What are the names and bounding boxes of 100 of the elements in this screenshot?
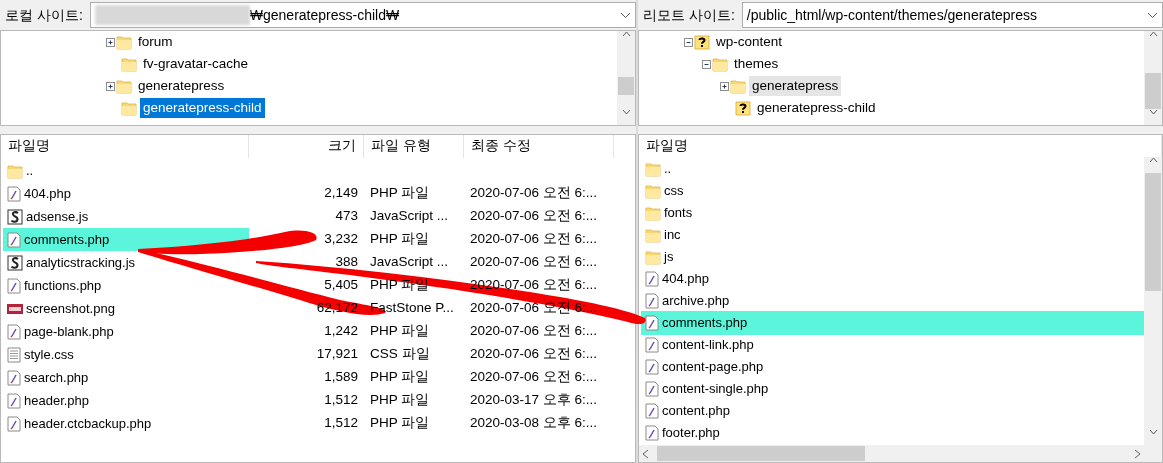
script-file-icon xyxy=(7,369,21,386)
script-file-icon xyxy=(7,323,21,340)
file-type: JavaScript ... xyxy=(370,254,449,270)
tree-item[interactable]: themes xyxy=(731,54,782,74)
text-file-icon xyxy=(7,346,21,363)
script-file-icon xyxy=(645,425,659,441)
file-name[interactable]: archive.php xyxy=(641,289,1144,313)
scroll-up-icon xyxy=(1148,31,1158,37)
scroll-thumb[interactable] xyxy=(1145,173,1161,291)
file-size: 388 xyxy=(335,254,358,270)
file-name[interactable]: content-single.php xyxy=(641,377,1144,401)
modified-date: 2020-07-06 오전 6:... xyxy=(470,185,598,201)
file-name[interactable]: fonts xyxy=(641,201,1144,225)
file-name[interactable]: header.ctcbackup.php xyxy=(3,411,249,436)
file-name[interactable]: css xyxy=(641,179,1144,203)
column-header[interactable]: 파일명 xyxy=(1,135,249,158)
script-file-icon xyxy=(645,403,659,419)
tree-item[interactable]: generatepress-child xyxy=(140,98,265,118)
file-name[interactable]: style.css xyxy=(3,342,249,367)
modified-date: 2020-07-06 오전 6:... xyxy=(470,323,598,339)
file-name[interactable]: search.php xyxy=(3,365,249,390)
modified-date: 2020-07-06 오전 6:... xyxy=(470,254,598,270)
folder-icon xyxy=(7,162,23,179)
file-type: JavaScript ... xyxy=(370,208,449,224)
file-name[interactable]: js xyxy=(641,245,1144,269)
scroll-down-icon xyxy=(1148,109,1158,115)
scroll-up-icon xyxy=(1148,157,1158,163)
tree-item[interactable]: generatepress xyxy=(749,76,842,96)
file-name[interactable]: comments.php xyxy=(641,311,1144,335)
tree-item[interactable]: wp-content xyxy=(713,32,786,52)
scroll-up-icon xyxy=(621,31,631,37)
script-file-icon xyxy=(7,277,21,294)
scrollbar[interactable] xyxy=(617,31,635,125)
scrollbar[interactable] xyxy=(1144,157,1162,445)
modified-date: 2020-07-06 오전 6:... xyxy=(470,231,598,247)
tree-item[interactable]: generatepress-child xyxy=(754,98,879,118)
script-file-icon xyxy=(645,271,659,287)
modified-date: 2020-03-08 오후 6:... xyxy=(470,415,598,431)
file-size: 3,232 xyxy=(324,231,358,247)
scroll-file-icon xyxy=(7,208,23,225)
file-name[interactable]: functions.php xyxy=(3,273,249,298)
file-type: PHP 파일 xyxy=(370,415,430,431)
site-label: 리모트 사이트: xyxy=(642,5,736,25)
scroll-thumb[interactable] xyxy=(1145,73,1161,109)
path-combobox[interactable]: ₩generatepress-child₩ xyxy=(89,2,636,28)
column-header[interactable]: 크기 xyxy=(249,135,364,158)
folder-icon xyxy=(121,100,137,116)
scroll-file-icon xyxy=(7,254,23,271)
script-file-icon xyxy=(7,392,21,409)
scrollbar[interactable] xyxy=(1144,31,1162,125)
file-name[interactable]: footer.php xyxy=(641,421,1144,445)
file-name[interactable]: 404.php xyxy=(3,181,249,206)
file-name[interactable]: content.php xyxy=(641,399,1144,423)
modified-date: 2020-03-17 오후 6:... xyxy=(470,392,598,408)
tree-item[interactable]: generatepress xyxy=(135,76,228,96)
folder-icon xyxy=(121,56,137,72)
folder-icon xyxy=(645,161,661,177)
modified-date: 2020-07-06 오전 6:... xyxy=(470,369,598,385)
file-size: 17,921 xyxy=(316,346,358,362)
tree-item[interactable]: forum xyxy=(135,32,176,52)
file-name[interactable]: inc xyxy=(641,223,1144,247)
file-type: PHP 파일 xyxy=(370,185,430,201)
file-size: 5,405 xyxy=(324,277,358,293)
dropdown-icon xyxy=(1147,11,1158,19)
dropdown-icon xyxy=(620,11,631,19)
file-type: PHP 파일 xyxy=(370,231,430,247)
scroll-thumb[interactable] xyxy=(618,77,634,95)
file-size: 1,242 xyxy=(324,323,358,339)
modified-date: 2020-07-06 오전 6:... xyxy=(470,346,598,362)
folder-icon xyxy=(645,249,661,265)
file-name[interactable]: page-blank.php xyxy=(3,319,249,344)
folder-icon xyxy=(116,34,132,50)
file-name[interactable]: screenshot.png xyxy=(3,296,249,321)
column-header[interactable]: 최종 수정 xyxy=(464,135,614,158)
script-file-icon xyxy=(7,415,21,432)
column-header[interactable]: 파일 유형 xyxy=(364,135,464,158)
file-size: 473 xyxy=(335,208,358,224)
path-combobox[interactable]: /public_html/wp-content/themes/generatepress xyxy=(741,2,1163,28)
horizontal-scrollbar[interactable] xyxy=(639,445,1162,462)
folder-icon xyxy=(116,78,132,94)
file-name[interactable]: header.php xyxy=(3,388,249,413)
file-name[interactable]: 404.php xyxy=(641,267,1144,291)
unknown-folder-icon xyxy=(694,34,710,50)
file-type: PHP 파일 xyxy=(370,392,430,408)
file-name[interactable]: adsense.js xyxy=(3,204,249,229)
script-file-icon xyxy=(645,359,659,375)
file-name[interactable]: content-link.php xyxy=(641,333,1144,357)
file-size: 1,589 xyxy=(324,369,358,385)
file-size: 2,149 xyxy=(324,185,358,201)
file-name[interactable]: content-page.php xyxy=(641,355,1144,379)
site-label: 로컬 사이트: xyxy=(4,5,84,25)
folder-icon xyxy=(730,78,746,94)
file-name[interactable]: .. xyxy=(641,157,1144,181)
script-file-icon xyxy=(645,293,659,309)
file-name[interactable]: analyticstracking.js xyxy=(3,250,249,275)
tree-item[interactable]: fv-gravatar-cache xyxy=(140,54,252,74)
file-size: 1,512 xyxy=(324,415,358,431)
file-name[interactable]: .. xyxy=(3,158,249,183)
scroll-down-icon xyxy=(1148,429,1158,435)
script-file-icon xyxy=(645,315,659,331)
